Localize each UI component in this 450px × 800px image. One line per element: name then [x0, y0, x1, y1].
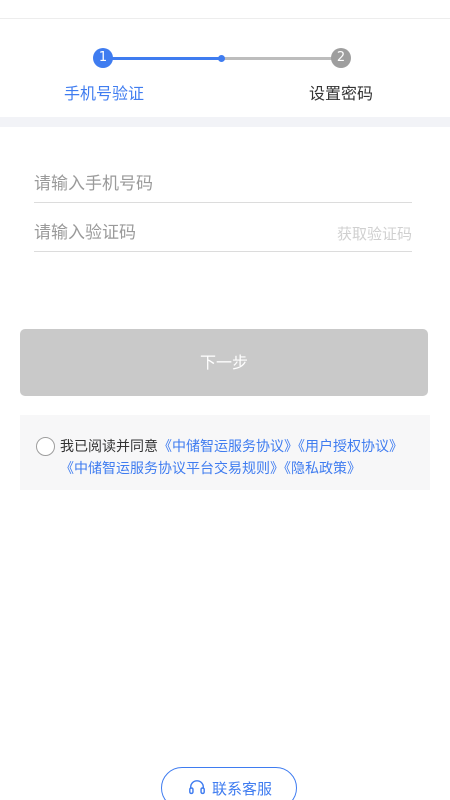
step-2-circle: 2 — [331, 48, 351, 68]
step-1-circle: 1 — [93, 48, 113, 68]
headset-icon — [189, 780, 205, 795]
get-code-button[interactable]: 获取验证码 — [337, 223, 412, 244]
agreement-line-2: 《中储智运服务协议平台交易规则》《隐私政策》 — [60, 458, 361, 478]
privacy-policy-link[interactable]: 《隐私政策》 — [284, 461, 361, 477]
register-page: 1 2 手机号验证 设置密码 获取验证码 下一步 我已阅读并同意《中储智运服务协… — [0, 0, 450, 800]
stepper-progress-dot — [218, 55, 225, 62]
step-1-label: 手机号验证 — [64, 84, 145, 103]
top-divider — [0, 18, 450, 19]
stepper: 1 2 手机号验证 设置密码 — [0, 40, 450, 110]
phone-input[interactable] — [34, 166, 314, 202]
section-divider — [0, 117, 450, 127]
service-agreement-link[interactable]: 《中储智运服务协议》 — [158, 439, 298, 455]
trading-rules-link[interactable]: 《中储智运服务协议平台交易规则》 — [60, 461, 284, 477]
code-field: 获取验证码 — [34, 215, 412, 252]
contact-support-button[interactable]: 联系客服 — [161, 767, 297, 800]
user-authorization-link[interactable]: 《用户授权协议》 — [298, 439, 403, 455]
agreement-line-1: 我已阅读并同意《中储智运服务协议》《用户授权协议》 — [60, 436, 403, 456]
stepper-remaining-line — [221, 57, 339, 60]
verification-code-input[interactable] — [34, 215, 314, 251]
agreement-box: 我已阅读并同意《中储智运服务协议》《用户授权协议》 《中储智运服务协议平台交易规… — [20, 415, 430, 490]
next-step-button[interactable]: 下一步 — [20, 329, 428, 396]
support-label: 联系客服 — [211, 780, 272, 798]
stepper-progress-line — [103, 57, 221, 60]
step-2-label: 设置密码 — [309, 84, 374, 103]
phone-field — [34, 166, 412, 203]
agreement-prefix: 我已阅读并同意 — [60, 439, 158, 455]
support-button-content: 联系客服 — [162, 778, 298, 799]
agree-radio[interactable] — [36, 437, 55, 456]
